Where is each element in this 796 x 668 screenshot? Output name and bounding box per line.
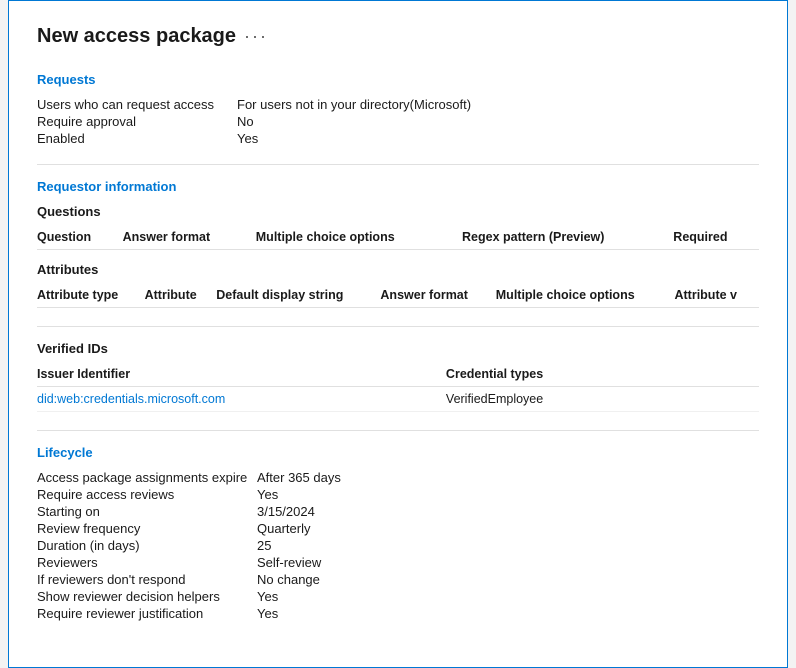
attributes-column-header: Attribute bbox=[145, 283, 217, 308]
verified-ids-row: did:web:credentials.microsoft.com Verifie… bbox=[37, 387, 759, 412]
questions-column-header: Answer format bbox=[123, 225, 256, 250]
main-card: New access package ··· Requests Users wh… bbox=[8, 0, 788, 668]
attributes-table: Attribute typeAttributeDefault display s… bbox=[37, 283, 759, 308]
info-value: Yes bbox=[237, 131, 759, 146]
verified-ids-title: Verified IDs bbox=[37, 341, 759, 356]
info-value: For users not in your directory(Microsof… bbox=[237, 97, 759, 112]
attributes-subsection: Attributes Attribute typeAttributeDefaul… bbox=[37, 262, 759, 308]
questions-column-header: Required bbox=[673, 225, 759, 250]
lifecycle-label: Require reviewer justification bbox=[37, 606, 257, 621]
lifecycle-section-title: Lifecycle bbox=[37, 445, 759, 460]
verified-ids-section: Verified IDs Issuer IdentifierCredential… bbox=[37, 341, 759, 412]
verified-ids-column-header: Credential types bbox=[446, 362, 759, 387]
lifecycle-value: 25 bbox=[257, 538, 759, 553]
info-label: Users who can request access bbox=[37, 97, 237, 112]
requests-section: Requests Users who can request accessFor… bbox=[37, 72, 759, 146]
page-title: New access package bbox=[37, 25, 236, 48]
attributes-column-header: Default display string bbox=[216, 283, 380, 308]
lifecycle-value: 3/15/2024 bbox=[257, 504, 759, 519]
questions-table-wrapper: QuestionAnswer formatMultiple choice opt… bbox=[37, 225, 759, 250]
lifecycle-label: Review frequency bbox=[37, 521, 257, 536]
verified-ids-table-wrapper: Issuer IdentifierCredential types did:we… bbox=[37, 362, 759, 412]
lifecycle-label: Starting on bbox=[37, 504, 257, 519]
lifecycle-value: Yes bbox=[257, 589, 759, 604]
page-title-row: New access package ··· bbox=[37, 25, 759, 48]
lifecycle-value: Yes bbox=[257, 487, 759, 502]
more-options-icon[interactable]: ··· bbox=[244, 26, 268, 47]
info-label: Require approval bbox=[37, 114, 237, 129]
lifecycle-label: Show reviewer decision helpers bbox=[37, 589, 257, 604]
lifecycle-label: Duration (in days) bbox=[37, 538, 257, 553]
questions-column-header: Multiple choice options bbox=[256, 225, 462, 250]
requestor-section-title: Requestor information bbox=[37, 179, 759, 194]
attributes-column-header: Attribute type bbox=[37, 283, 145, 308]
questions-table: QuestionAnswer formatMultiple choice opt… bbox=[37, 225, 759, 250]
lifecycle-value: After 365 days bbox=[257, 470, 759, 485]
lifecycle-section: Lifecycle Access package assignments exp… bbox=[37, 445, 759, 621]
issuer-identifier-link[interactable]: did:web:credentials.microsoft.com bbox=[37, 392, 225, 406]
attributes-column-header: Multiple choice options bbox=[496, 283, 675, 308]
requests-section-title: Requests bbox=[37, 72, 759, 87]
attributes-column-header: Answer format bbox=[380, 283, 495, 308]
attributes-column-header: Attribute v bbox=[674, 283, 759, 308]
lifecycle-grid: Access package assignments expireAfter 3… bbox=[37, 470, 759, 621]
lifecycle-label: If reviewers don't respond bbox=[37, 572, 257, 587]
lifecycle-label: Access package assignments expire bbox=[37, 470, 257, 485]
lifecycle-label: Require access reviews bbox=[37, 487, 257, 502]
attributes-table-wrapper: Attribute typeAttributeDefault display s… bbox=[37, 283, 759, 308]
credential-type-value: VerifiedEmployee bbox=[446, 387, 759, 412]
lifecycle-value: Self-review bbox=[257, 555, 759, 570]
requestor-section: Requestor information Questions Question… bbox=[37, 179, 759, 308]
lifecycle-value: No change bbox=[257, 572, 759, 587]
verified-ids-column-header: Issuer Identifier bbox=[37, 362, 446, 387]
questions-column-header: Question bbox=[37, 225, 123, 250]
info-label: Enabled bbox=[37, 131, 237, 146]
lifecycle-value: Yes bbox=[257, 606, 759, 621]
lifecycle-label: Reviewers bbox=[37, 555, 257, 570]
verified-ids-table: Issuer IdentifierCredential types did:we… bbox=[37, 362, 759, 412]
attributes-subsection-title: Attributes bbox=[37, 262, 759, 277]
questions-column-header: Regex pattern (Preview) bbox=[462, 225, 673, 250]
info-value: No bbox=[237, 114, 759, 129]
questions-subsection-title: Questions bbox=[37, 204, 759, 219]
lifecycle-value: Quarterly bbox=[257, 521, 759, 536]
requests-info-grid: Users who can request accessFor users no… bbox=[37, 97, 759, 146]
